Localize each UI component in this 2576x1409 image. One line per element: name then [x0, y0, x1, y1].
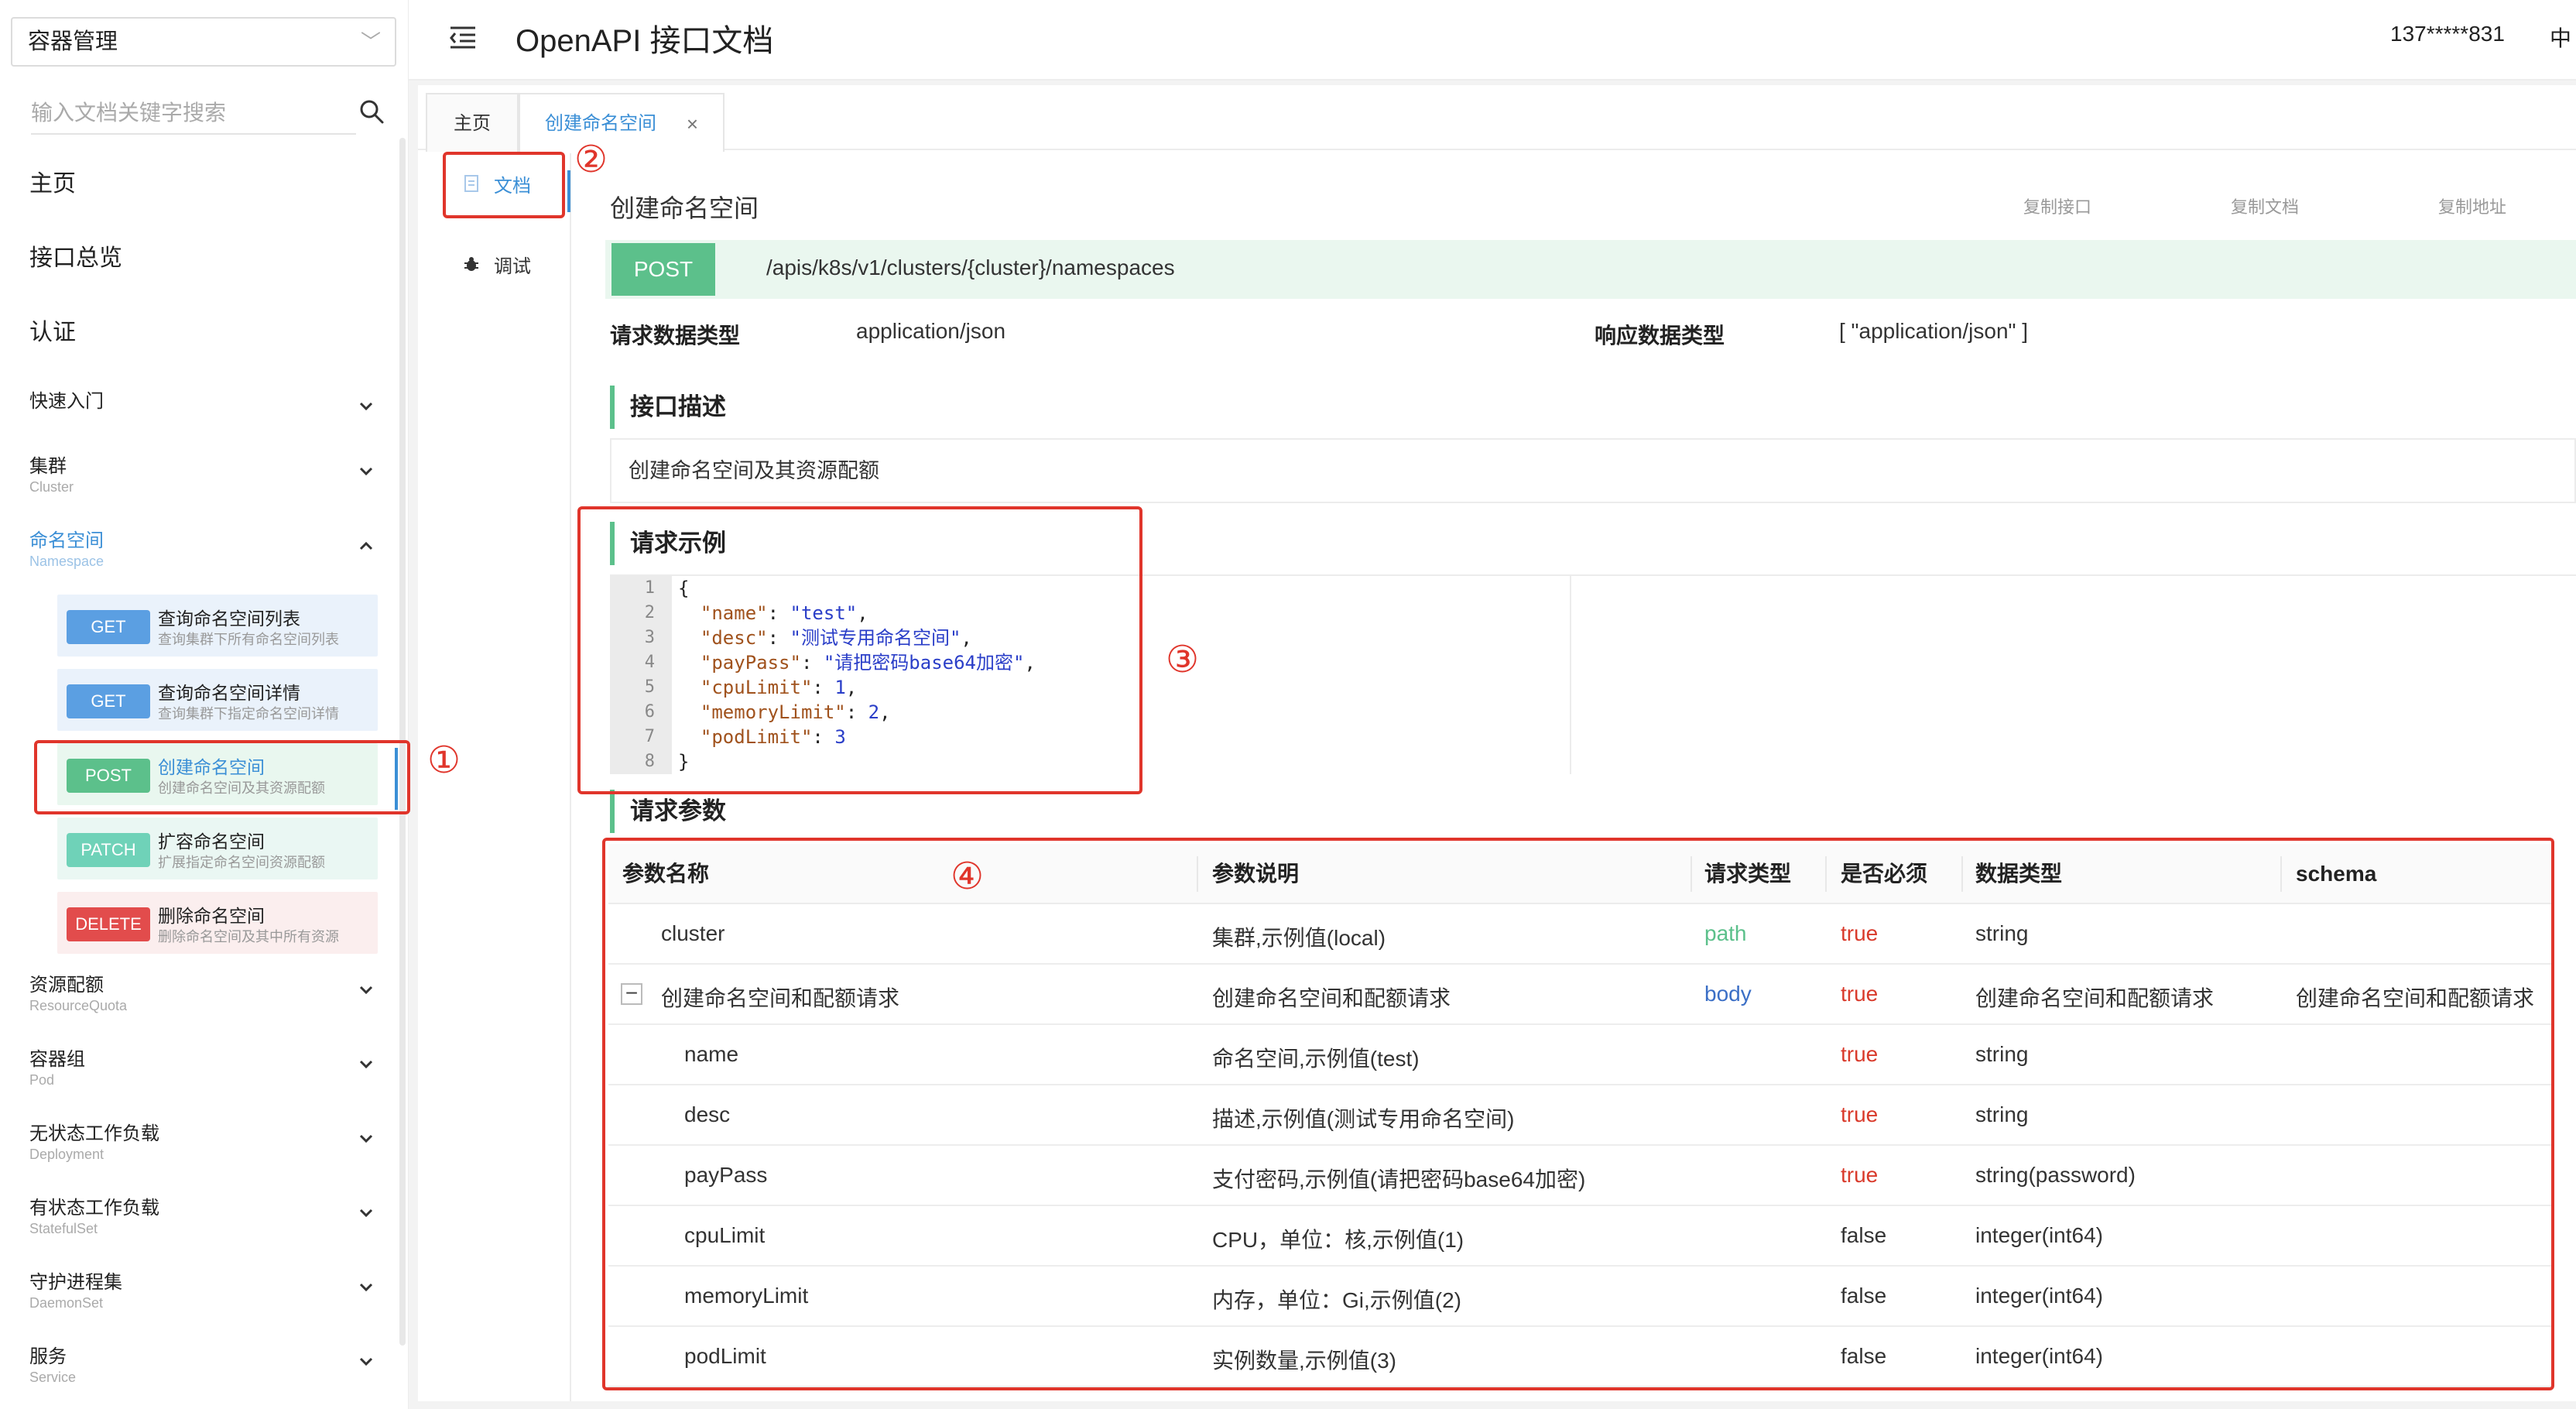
sidebar-group-pod[interactable]: 容器组 Pod	[29, 1048, 378, 1088]
description-box: 创建命名空间及其资源配额	[610, 438, 2576, 503]
sidebar-item-auth[interactable]: 认证	[29, 313, 76, 347]
copy-doc-link[interactable]: 复制文档	[2231, 194, 2299, 218]
sidebar-group-subtitle: Cluster	[29, 479, 74, 495]
user-account[interactable]: 137*****831	[2390, 22, 2505, 46]
project-select-value: 容器管理	[28, 29, 118, 54]
search-icon[interactable]	[358, 98, 385, 125]
api-item-scale-namespace[interactable]: PATCH 扩容命名空间 扩展指定命名空间资源配额	[57, 818, 378, 879]
request-type-value: application/json	[856, 319, 1006, 343]
method-badge: POST	[611, 243, 715, 296]
bug-icon	[460, 240, 483, 294]
sidebar-group-title: 命名空间	[29, 530, 104, 551]
annotation-box-2	[443, 152, 565, 218]
copy-url-link[interactable]: 复制地址	[2438, 194, 2506, 218]
request-type-label: 请求数据类型	[610, 324, 741, 348]
chevron-down-icon	[359, 1208, 373, 1218]
sidebar-group-deployment[interactable]: 无状态工作负载 Deployment	[29, 1123, 378, 1163]
tab-bar	[418, 91, 2576, 150]
chevron-down-icon	[359, 1357, 373, 1366]
chevron-down-icon	[359, 1060, 373, 1069]
api-item-name: 查询命名空间详情	[158, 683, 300, 703]
sidebar-group-title: 无状态工作负载	[29, 1123, 159, 1144]
api-item-name: 扩容命名空间	[158, 831, 265, 852]
api-item-desc: 删除命名空间及其中所有资源	[158, 929, 339, 944]
top-header: OpenAPI 接口文档 137*****831 中	[409, 0, 2576, 81]
chevron-down-icon	[359, 402, 373, 411]
sidebar-group-quickstart[interactable]: 快速入门	[29, 390, 378, 413]
chevron-down-icon	[359, 1134, 373, 1143]
copy-api-link[interactable]: 复制接口	[2023, 194, 2091, 218]
view-nav-divider	[570, 153, 571, 1401]
view-tab-label: 调试	[494, 256, 531, 277]
sidebar-group-title: 服务	[29, 1346, 67, 1367]
annotation-number-1: ①	[427, 739, 461, 782]
chevron-down-icon	[359, 467, 373, 476]
method-badge: DELETE	[67, 907, 150, 941]
sidebar-group-subtitle: Namespace	[29, 554, 104, 569]
response-type-label: 响应数据类型	[1595, 324, 1725, 348]
language-switch[interactable]: 中	[2550, 22, 2571, 53]
sidebar-group-subtitle: StatefulSet	[29, 1221, 98, 1236]
tab-home[interactable]: 主页	[426, 93, 519, 152]
section-heading-params: 请求参数	[610, 790, 726, 833]
sidebar-group-title: 有状态工作负载	[29, 1198, 159, 1219]
sidebar-group-resourcequota[interactable]: 资源配额 ResourceQuota	[29, 974, 378, 1014]
api-item-desc: 查询集群下指定命名空间详情	[158, 706, 339, 722]
annotation-box-4	[602, 838, 2554, 1390]
menu-collapse-icon[interactable]	[447, 22, 478, 53]
sidebar-item-api-overview[interactable]: 接口总览	[29, 238, 122, 273]
section-heading-description: 接口描述	[610, 386, 726, 429]
method-badge: GET	[67, 684, 150, 718]
sidebar-group-title: 集群	[29, 456, 67, 477]
sidebar-group-title: 容器组	[29, 1049, 85, 1070]
sidebar-group-title: 守护进程集	[29, 1272, 122, 1293]
api-item-get-namespace[interactable]: GET 查询命名空间详情 查询集群下指定命名空间详情	[57, 669, 378, 731]
sidebar-group-statefulset[interactable]: 有状态工作负载 StatefulSet	[29, 1197, 378, 1237]
sidebar-group-title: 快速入门	[29, 391, 104, 412]
api-item-name: 删除命名空间	[158, 906, 265, 926]
project-select[interactable]: 容器管理 ﹀	[11, 17, 396, 67]
tab-create-namespace[interactable]: 创建命名空间 ×	[519, 93, 724, 152]
chevron-down-icon	[359, 986, 373, 995]
view-tab-debug[interactable]: 调试	[447, 240, 564, 294]
page-title: OpenAPI 接口文档	[516, 24, 774, 58]
view-nav-active-indicator	[567, 170, 570, 212]
sidebar-group-service[interactable]: 服务 Service	[29, 1346, 378, 1386]
api-item-desc: 扩展指定命名空间资源配额	[158, 855, 325, 870]
code-split	[1570, 576, 1571, 774]
api-item-name: 查询命名空间列表	[158, 609, 300, 629]
api-item-delete-namespace[interactable]: DELETE 删除命名空间 删除命名空间及其中所有资源	[57, 892, 378, 954]
sidebar-group-namespace[interactable]: 命名空间 Namespace	[29, 530, 378, 570]
annotation-box-3	[577, 506, 1142, 794]
annotation-number-3: ③	[1166, 638, 1200, 681]
tab-label: 创建命名空间	[545, 113, 656, 134]
sidebar-group-title: 资源配额	[29, 975, 104, 996]
doc-search-input[interactable]: 输入文档关键字搜索	[31, 91, 356, 135]
sidebar: 容器管理 ﹀ 输入文档关键字搜索 主页 接口总览 认证 快速入门 集群 Clus…	[0, 0, 409, 1409]
api-item-list-namespaces[interactable]: GET 查询命名空间列表 查询集群下所有命名空间列表	[57, 595, 378, 657]
sidebar-group-subtitle: Service	[29, 1370, 77, 1385]
sidebar-group-subtitle: DaemonSet	[29, 1295, 104, 1311]
sidebar-group-cluster[interactable]: 集群 Cluster	[29, 455, 378, 495]
sidebar-group-subtitle: Deployment	[29, 1147, 104, 1162]
endpoint-path: /apis/k8s/v1/clusters/{cluster}/namespac…	[766, 255, 1175, 279]
chevron-down-icon	[359, 1283, 373, 1292]
doc-title: 创建命名空间	[610, 194, 759, 222]
annotation-number-4: ④	[951, 855, 985, 898]
sidebar-group-daemonset[interactable]: 守护进程集 DaemonSet	[29, 1271, 378, 1311]
method-badge: GET	[67, 610, 150, 644]
chevron-up-icon	[359, 541, 373, 550]
annotation-box-1	[34, 740, 410, 814]
chevron-down-icon: ﹀	[360, 30, 381, 53]
sidebar-item-home[interactable]: 主页	[29, 164, 76, 198]
method-badge: PATCH	[67, 833, 150, 867]
sidebar-group-subtitle: Pod	[29, 1072, 55, 1088]
api-item-desc: 查询集群下所有命名空间列表	[158, 632, 339, 647]
annotation-number-2: ②	[574, 138, 608, 181]
response-type-value: [ "application/json" ]	[1839, 319, 2029, 343]
doc-search-placeholder: 输入文档关键字搜索	[31, 101, 227, 125]
close-icon[interactable]: ×	[687, 94, 698, 153]
sidebar-group-subtitle: ResourceQuota	[29, 998, 128, 1013]
